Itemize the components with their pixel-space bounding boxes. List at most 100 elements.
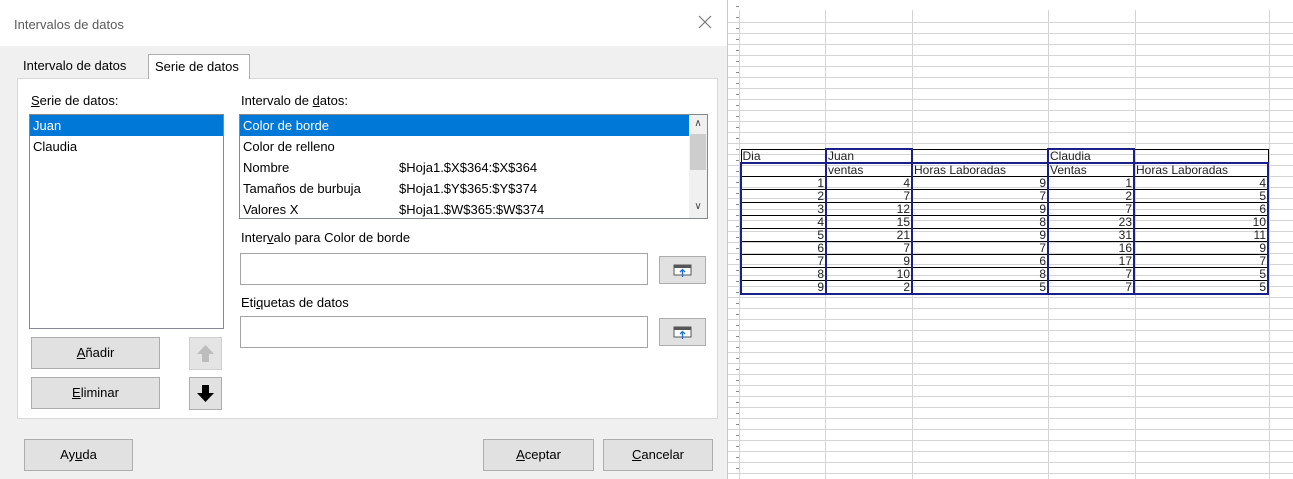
sheet-cell[interactable]: 11 xyxy=(1133,228,1269,242)
scroll-thumb[interactable] xyxy=(690,134,706,170)
grid-row-line xyxy=(728,44,1293,45)
sheet-cell[interactable]: 9 xyxy=(911,176,1049,190)
cancel-button[interactable]: Cancelar xyxy=(603,439,713,471)
sheet-cell[interactable]: 9 xyxy=(1133,241,1269,255)
sheet-cell[interactable]: 7 xyxy=(1047,280,1135,295)
sheet-cell[interactable]: 2 xyxy=(825,280,913,295)
shrink-labels-button[interactable] xyxy=(659,318,706,346)
data-range-row[interactable]: Valores X $Hoja1.$W$365:$W$374 xyxy=(240,199,707,218)
ok-button[interactable]: Aceptar xyxy=(483,439,594,471)
sheet-cell[interactable]: 31 xyxy=(1047,228,1135,242)
sheet-cell[interactable]: 7 xyxy=(1047,267,1135,281)
sheet-cell[interactable]: Claudia xyxy=(1047,148,1135,164)
sheet-cell[interactable]: 16 xyxy=(1047,241,1135,255)
tab-data-range[interactable]: Intervalo de datos xyxy=(17,54,148,78)
sheet-cell[interactable] xyxy=(740,162,827,177)
help-button[interactable]: Ayuda xyxy=(24,439,133,471)
add-button[interactable]: Añadir xyxy=(31,337,160,369)
sheet-cell[interactable]: 5 xyxy=(911,280,1049,295)
sheet-cell[interactable]: 9 xyxy=(911,202,1049,216)
sheet-cell[interactable]: Ventas xyxy=(1047,162,1135,177)
row-marker xyxy=(736,424,739,425)
shrink-range-button[interactable] xyxy=(659,256,706,284)
sheet-cell[interactable]: Horas Laboradas xyxy=(1133,162,1269,177)
sheet-cell[interactable]: 4 xyxy=(740,215,827,229)
sheet-cell[interactable]: 2 xyxy=(740,189,827,203)
sheet-cell[interactable]: 8 xyxy=(911,267,1049,281)
grid-row-line xyxy=(728,88,1293,89)
tab-data-series[interactable]: Serie de datos xyxy=(148,54,250,79)
grid-row-line xyxy=(728,319,1293,320)
grid-row-line xyxy=(728,143,1293,144)
sheet-cell[interactable]: 4 xyxy=(1133,176,1269,190)
sheet-row: Dia Juan Claudia xyxy=(740,148,1269,164)
sheet-cell[interactable]: 4 xyxy=(825,176,913,190)
close-icon[interactable] xyxy=(695,12,715,32)
sheet-cell[interactable]: 10 xyxy=(1133,215,1269,229)
sheet-cell[interactable]: 7 xyxy=(825,189,913,203)
sheet-cell[interactable]: 6 xyxy=(1133,202,1269,216)
sheet-cell[interactable]: 7 xyxy=(911,241,1049,255)
move-up-button[interactable] xyxy=(189,337,222,370)
sheet-cell[interactable]: 21 xyxy=(825,228,913,242)
sheet-cell[interactable]: 10 xyxy=(825,267,913,281)
row-marker xyxy=(736,391,739,392)
grid-row-line xyxy=(728,77,1293,78)
sheet-cell[interactable]: 5 xyxy=(740,228,827,242)
sheet-cell[interactable]: 5 xyxy=(1133,280,1269,295)
row-marker xyxy=(736,446,739,447)
data-range-row[interactable]: Nombre $Hoja1.$X$364:$X$364 xyxy=(240,157,707,178)
sheet-cell[interactable]: 7 xyxy=(1047,202,1135,216)
sheet-cell[interactable]: 3 xyxy=(740,202,827,216)
data-range-value: $Hoja1.$X$364:$X$364 xyxy=(399,160,538,175)
row-marker xyxy=(736,127,739,128)
row-marker xyxy=(736,61,739,62)
sheet-cell[interactable]: 9 xyxy=(911,228,1049,242)
sheet-cell[interactable]: 6 xyxy=(911,254,1049,268)
grid-row-line xyxy=(728,297,1293,298)
sheet-cell[interactable]: Horas Laboradas xyxy=(911,162,1049,177)
sheet-cell[interactable]: 5 xyxy=(1133,189,1269,203)
sheet-cell[interactable]: Juan xyxy=(825,148,913,164)
sheet-cell[interactable]: Dia xyxy=(740,148,827,164)
remove-button[interactable]: Eliminar xyxy=(31,377,160,409)
data-range-row[interactable]: Color de borde xyxy=(240,115,707,136)
ranges-scrollbar[interactable]: ∧ ∨ xyxy=(689,115,707,218)
sheet-cell[interactable]: 9 xyxy=(740,280,827,295)
data-range-row[interactable]: Tamaños de burbuja $Hoja1.$Y$365:$Y$374 xyxy=(240,178,707,199)
chevron-down-icon[interactable]: ∨ xyxy=(693,202,703,212)
chevron-up-icon[interactable]: ∧ xyxy=(693,119,703,129)
move-down-button[interactable] xyxy=(189,377,222,410)
sheet-cell[interactable]: ventas xyxy=(825,162,913,177)
sheet-cell[interactable]: 7 xyxy=(911,189,1049,203)
sheet-cell[interactable]: 7 xyxy=(740,254,827,268)
sheet-cell[interactable]: 17 xyxy=(1047,254,1135,268)
row-marker xyxy=(736,83,739,84)
sheet-cell[interactable]: 5 xyxy=(1133,267,1269,281)
sheet-cell[interactable] xyxy=(1133,148,1269,164)
row-marker xyxy=(736,457,739,458)
row-marker xyxy=(736,182,739,183)
data-labels-input[interactable] xyxy=(240,316,648,348)
series-list[interactable]: Juan Claudia xyxy=(29,114,224,329)
sheet-cell[interactable]: 15 xyxy=(825,215,913,229)
sheet-cell[interactable]: 8 xyxy=(740,267,827,281)
sheet-cell[interactable]: 1 xyxy=(1047,176,1135,190)
sheet-cell[interactable]: 8 xyxy=(911,215,1049,229)
sheet-cell[interactable]: 7 xyxy=(1133,254,1269,268)
sheet-cell[interactable]: 23 xyxy=(1047,215,1135,229)
sheet-cell[interactable] xyxy=(911,148,1049,164)
spreadsheet-grid[interactable]: Dia Juan Claudia ventas Horas Laboradas Venta… xyxy=(728,0,1293,479)
sheet-cell[interactable]: 12 xyxy=(825,202,913,216)
sheet-cell[interactable]: 6 xyxy=(740,241,827,255)
sheet-cell[interactable]: 2 xyxy=(1047,189,1135,203)
range-for-input[interactable] xyxy=(240,253,648,285)
sheet-cell[interactable]: 9 xyxy=(825,254,913,268)
sheet-cell[interactable]: 1 xyxy=(740,176,827,190)
data-ranges-list[interactable]: Color de borde Color de relleno Nombre $Hoj… xyxy=(239,114,708,219)
series-item-juan[interactable]: Juan xyxy=(30,115,223,136)
series-item-claudia[interactable]: Claudia xyxy=(30,136,223,157)
grid-row-line xyxy=(728,55,1293,56)
sheet-cell[interactable]: 7 xyxy=(825,241,913,255)
data-range-row[interactable]: Color de relleno xyxy=(240,136,707,157)
